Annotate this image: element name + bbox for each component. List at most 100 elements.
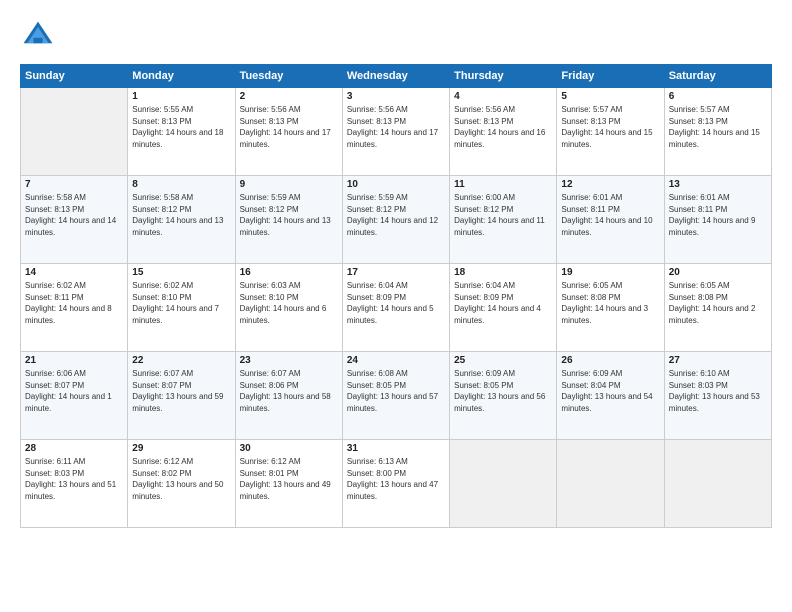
day-info: Sunrise: 5:56 AMSunset: 8:13 PMDaylight:… (240, 104, 338, 150)
day-number: 14 (25, 267, 123, 278)
day-number: 2 (240, 91, 338, 102)
day-info: Sunrise: 6:09 AMSunset: 8:04 PMDaylight:… (561, 368, 659, 414)
day-number: 11 (454, 179, 552, 190)
page: SundayMondayTuesdayWednesdayThursdayFrid… (0, 0, 792, 612)
day-info: Sunrise: 6:12 AMSunset: 8:02 PMDaylight:… (132, 456, 230, 502)
day-header-friday: Friday (557, 65, 664, 88)
calendar-cell: 23Sunrise: 6:07 AMSunset: 8:06 PMDayligh… (235, 352, 342, 440)
day-number: 9 (240, 179, 338, 190)
calendar-table: SundayMondayTuesdayWednesdayThursdayFrid… (20, 64, 772, 528)
calendar-cell: 30 Sunrise: 6:12 AMSunset: 8:01 PMDayligh… (235, 440, 342, 528)
calendar-cell: 6 Sunrise: 5:57 AMSunset: 8:13 PMDaylight… (664, 88, 771, 176)
calendar-cell: 19 Sunrise: 6:05 AMSunset: 8:08 PMDayligh… (557, 264, 664, 352)
day-number: 3 (347, 91, 445, 102)
calendar-cell (557, 440, 664, 528)
calendar-week-2: 7Sunrise: 5:58 AMSunset: 8:13 PMDaylight… (21, 176, 772, 264)
calendar-week-4: 21 Sunrise: 6:06 AMSunset: 8:07 PMDayligh… (21, 352, 772, 440)
calendar-cell: 22 Sunrise: 6:07 AMSunset: 8:07 PMDayligh… (128, 352, 235, 440)
day-info: Sunrise: 6:01 AMSunset: 8:11 PMDaylight:… (669, 192, 767, 238)
calendar-cell: 13 Sunrise: 6:01 AMSunset: 8:11 PMDayligh… (664, 176, 771, 264)
day-info: Sunrise: 6:12 AMSunset: 8:01 PMDaylight:… (240, 456, 338, 502)
day-info: Sunrise: 6:07 AMSunset: 8:07 PMDaylight:… (132, 368, 230, 414)
day-info: Sunrise: 6:04 AMSunset: 8:09 PMDaylight:… (347, 280, 445, 326)
day-info: Sunrise: 6:11 AMSunset: 8:03 PMDaylight:… (25, 456, 123, 502)
day-header-monday: Monday (128, 65, 235, 88)
calendar-cell: 28 Sunrise: 6:11 AMSunset: 8:03 PMDayligh… (21, 440, 128, 528)
day-info: Sunrise: 6:13 AMSunset: 8:00 PMDaylight:… (347, 456, 445, 502)
day-info: Sunrise: 6:05 AMSunset: 8:08 PMDaylight:… (669, 280, 767, 326)
calendar-cell: 27 Sunrise: 6:10 AMSunset: 8:03 PMDayligh… (664, 352, 771, 440)
calendar-week-3: 14 Sunrise: 6:02 AMSunset: 8:11 PMDayligh… (21, 264, 772, 352)
day-number: 21 (25, 355, 123, 366)
day-info: Sunrise: 5:57 AMSunset: 8:13 PMDaylight:… (561, 104, 659, 150)
calendar-cell: 31Sunrise: 6:13 AMSunset: 8:00 PMDayligh… (342, 440, 449, 528)
day-info: Sunrise: 6:04 AMSunset: 8:09 PMDaylight:… (454, 280, 552, 326)
day-number: 13 (669, 179, 767, 190)
day-info: Sunrise: 5:56 AMSunset: 8:13 PMDaylight:… (454, 104, 552, 150)
calendar-cell: 16Sunrise: 6:03 AMSunset: 8:10 PMDayligh… (235, 264, 342, 352)
day-number: 4 (454, 91, 552, 102)
day-info: Sunrise: 6:03 AMSunset: 8:10 PMDaylight:… (240, 280, 338, 326)
day-number: 20 (669, 267, 767, 278)
calendar-cell: 15Sunrise: 6:02 AMSunset: 8:10 PMDayligh… (128, 264, 235, 352)
calendar-cell: 7Sunrise: 5:58 AMSunset: 8:13 PMDaylight… (21, 176, 128, 264)
day-info: Sunrise: 6:06 AMSunset: 8:07 PMDaylight:… (25, 368, 123, 414)
day-info: Sunrise: 6:00 AMSunset: 8:12 PMDaylight:… (454, 192, 552, 238)
day-info: Sunrise: 5:57 AMSunset: 8:13 PMDaylight:… (669, 104, 767, 150)
calendar-cell (664, 440, 771, 528)
day-number: 5 (561, 91, 659, 102)
logo (20, 18, 62, 54)
day-info: Sunrise: 5:55 AMSunset: 8:13 PMDaylight:… (132, 104, 230, 150)
calendar-cell: 2 Sunrise: 5:56 AMSunset: 8:13 PMDaylight… (235, 88, 342, 176)
day-info: Sunrise: 6:01 AMSunset: 8:11 PMDaylight:… (561, 192, 659, 238)
day-number: 8 (132, 179, 230, 190)
calendar-week-5: 28 Sunrise: 6:11 AMSunset: 8:03 PMDayligh… (21, 440, 772, 528)
day-info: Sunrise: 6:02 AMSunset: 8:10 PMDaylight:… (132, 280, 230, 326)
calendar-cell: 26 Sunrise: 6:09 AMSunset: 8:04 PMDayligh… (557, 352, 664, 440)
day-number: 30 (240, 443, 338, 454)
day-header-tuesday: Tuesday (235, 65, 342, 88)
day-info: Sunrise: 6:05 AMSunset: 8:08 PMDaylight:… (561, 280, 659, 326)
day-number: 27 (669, 355, 767, 366)
day-number: 10 (347, 179, 445, 190)
calendar-cell: 17 Sunrise: 6:04 AMSunset: 8:09 PMDayligh… (342, 264, 449, 352)
calendar-cell (450, 440, 557, 528)
day-header-sunday: Sunday (21, 65, 128, 88)
calendar-cell: 8 Sunrise: 5:58 AMSunset: 8:12 PMDaylight… (128, 176, 235, 264)
day-header-saturday: Saturday (664, 65, 771, 88)
calendar-cell: 20 Sunrise: 6:05 AMSunset: 8:08 PMDayligh… (664, 264, 771, 352)
calendar-cell: 1 Sunrise: 5:55 AMSunset: 8:13 PMDaylight… (128, 88, 235, 176)
day-info: Sunrise: 6:10 AMSunset: 8:03 PMDaylight:… (669, 368, 767, 414)
calendar-week-1: 1 Sunrise: 5:55 AMSunset: 8:13 PMDaylight… (21, 88, 772, 176)
calendar-cell: 9 Sunrise: 5:59 AMSunset: 8:12 PMDaylight… (235, 176, 342, 264)
day-number: 17 (347, 267, 445, 278)
day-number: 25 (454, 355, 552, 366)
calendar-cell: 4 Sunrise: 5:56 AMSunset: 8:13 PMDaylight… (450, 88, 557, 176)
day-info: Sunrise: 5:59 AMSunset: 8:12 PMDaylight:… (240, 192, 338, 238)
day-number: 7 (25, 179, 123, 190)
day-number: 1 (132, 91, 230, 102)
day-info: Sunrise: 5:59 AMSunset: 8:12 PMDaylight:… (347, 192, 445, 238)
day-info: Sunrise: 6:02 AMSunset: 8:11 PMDaylight:… (25, 280, 123, 326)
day-number: 18 (454, 267, 552, 278)
calendar-cell: 14 Sunrise: 6:02 AMSunset: 8:11 PMDayligh… (21, 264, 128, 352)
day-number: 29 (132, 443, 230, 454)
calendar-cell: 11 Sunrise: 6:00 AMSunset: 8:12 PMDayligh… (450, 176, 557, 264)
calendar-cell: 25 Sunrise: 6:09 AMSunset: 8:05 PMDayligh… (450, 352, 557, 440)
day-number: 24 (347, 355, 445, 366)
day-number: 23 (240, 355, 338, 366)
day-info: Sunrise: 6:08 AMSunset: 8:05 PMDaylight:… (347, 368, 445, 414)
day-header-thursday: Thursday (450, 65, 557, 88)
day-number: 6 (669, 91, 767, 102)
calendar-cell: 5 Sunrise: 5:57 AMSunset: 8:13 PMDaylight… (557, 88, 664, 176)
day-number: 26 (561, 355, 659, 366)
day-number: 19 (561, 267, 659, 278)
header (20, 18, 772, 54)
calendar-cell: 18 Sunrise: 6:04 AMSunset: 8:09 PMDayligh… (450, 264, 557, 352)
calendar-cell: 3Sunrise: 5:56 AMSunset: 8:13 PMDaylight… (342, 88, 449, 176)
day-number: 22 (132, 355, 230, 366)
day-info: Sunrise: 6:09 AMSunset: 8:05 PMDaylight:… (454, 368, 552, 414)
day-number: 28 (25, 443, 123, 454)
day-info: Sunrise: 5:58 AMSunset: 8:12 PMDaylight:… (132, 192, 230, 238)
calendar-cell: 10 Sunrise: 5:59 AMSunset: 8:12 PMDayligh… (342, 176, 449, 264)
